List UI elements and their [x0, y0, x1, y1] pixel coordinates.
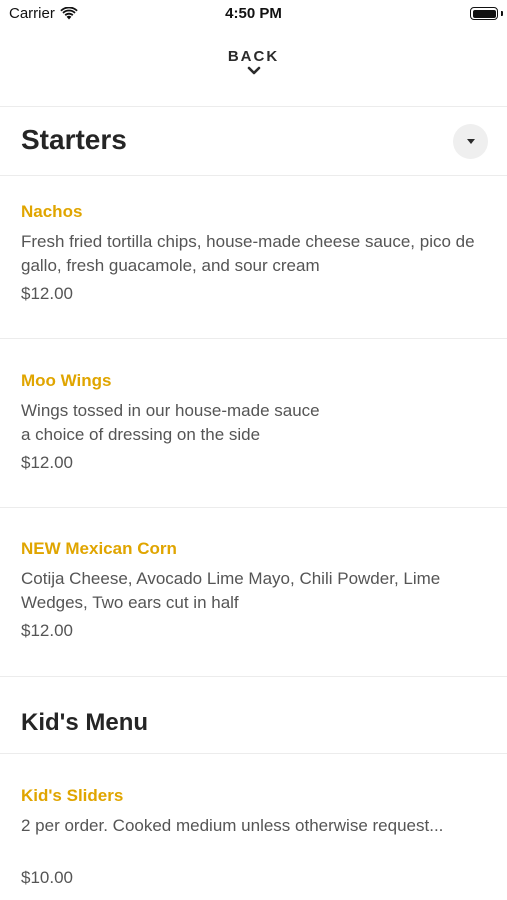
item-name: Nachos — [21, 202, 83, 221]
item-description: 2 per order. Cooked medium unless otherw… — [21, 816, 444, 835]
status-bar: Carrier 4:50 PM — [0, 0, 507, 28]
divider — [0, 676, 507, 677]
divider — [0, 175, 507, 176]
back-label: BACK — [227, 48, 280, 65]
status-time: 4:50 PM — [225, 5, 282, 22]
divider — [0, 753, 507, 754]
divider — [0, 507, 507, 508]
caret-down-icon — [466, 139, 475, 144]
item-name: Kid's Sliders — [21, 786, 124, 805]
item-price: $10.00 — [21, 868, 73, 887]
item-name: NEW Mexican Corn — [21, 539, 177, 558]
item-name: Moo Wings — [21, 371, 112, 390]
item-price: $12.00 — [21, 284, 73, 303]
section-title-starters: Starters — [21, 124, 127, 155]
chevron-down-icon — [247, 66, 260, 75]
divider — [0, 106, 507, 107]
section-toggle-button[interactable] — [453, 124, 488, 159]
section-title-kids-menu: Kid's Menu — [21, 709, 149, 736]
item-description: Wings tossed in our house-made sauce a c… — [21, 401, 320, 444]
battery-cap — [501, 11, 503, 16]
menu-item[interactable]: Kid's Sliders 2 per order. Cooked medium… — [21, 786, 491, 888]
menu-item[interactable]: Moo Wings Wings tossed in our house-made… — [21, 371, 491, 473]
menu-item[interactable]: Nachos Fresh fried tortilla chips, house… — [21, 202, 491, 304]
battery-icon — [470, 7, 498, 20]
item-description: Fresh fried tortilla chips, house-made c… — [21, 232, 475, 275]
divider — [0, 338, 507, 339]
back-button[interactable]: BACK — [0, 48, 507, 76]
item-price: $12.00 — [21, 453, 73, 472]
menu-item[interactable]: NEW Mexican Corn Cotija Cheese, Avocado … — [21, 539, 491, 641]
item-price: $12.00 — [21, 621, 73, 640]
item-description: Cotija Cheese, Avocado Lime Mayo, Chili … — [21, 569, 441, 612]
